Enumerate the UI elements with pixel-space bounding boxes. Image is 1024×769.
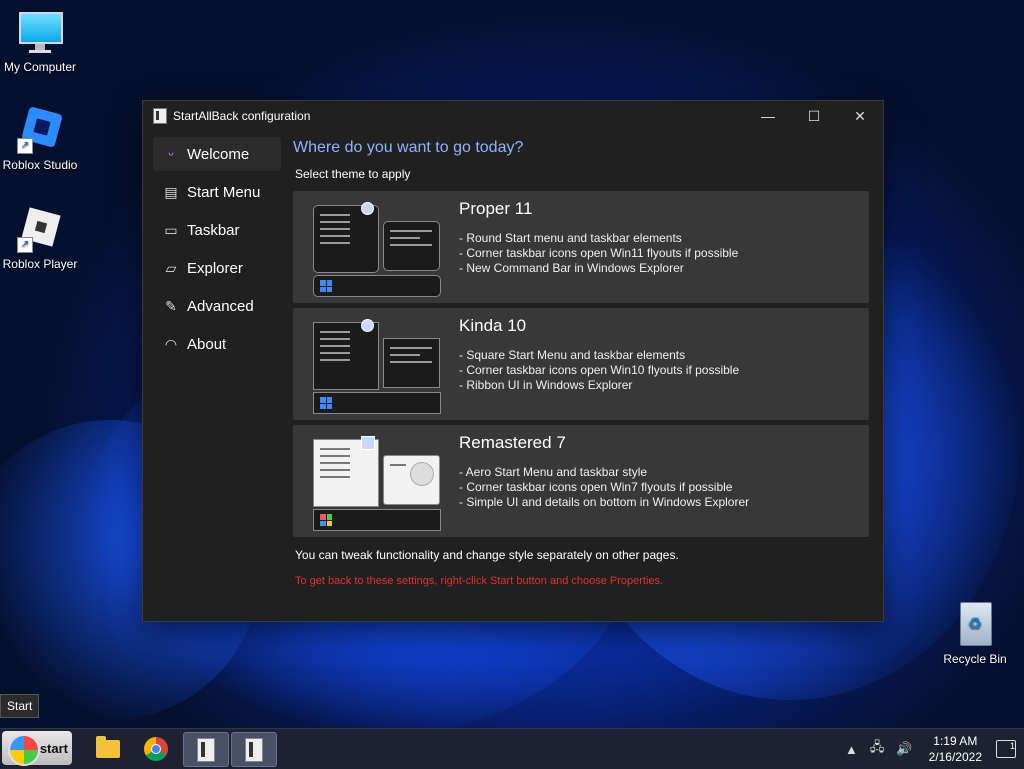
- theme-feature: Corner taskbar icons open Win7 flyouts i…: [459, 480, 749, 495]
- gauge-icon: ◠: [164, 335, 178, 352]
- properties-hint: To get back to these settings, right-cli…: [295, 575, 664, 587]
- theme-preview-image: [313, 433, 441, 531]
- start-tooltip: Start: [0, 694, 40, 718]
- document-icon: [245, 737, 263, 762]
- roblox-player-icon: ↗: [17, 207, 63, 253]
- startallback-window: StartAllBack configuration — ☐ ✕ ᵕ Welco…: [142, 100, 884, 622]
- network-icon[interactable]: 🖧: [870, 738, 885, 760]
- app-icon: [153, 108, 167, 124]
- info-note: You can tweak functionality and change s…: [295, 548, 679, 562]
- desktop-icon-label: Roblox Player: [2, 257, 78, 271]
- theme-feature: Round Start menu and taskbar elements: [459, 231, 738, 246]
- start-button-label: start: [39, 740, 68, 756]
- notification-center-icon[interactable]: 1: [996, 740, 1016, 758]
- theme-feature: Corner taskbar icons open Win11 flyouts …: [459, 246, 738, 261]
- windows-orb-icon: [8, 734, 40, 766]
- desktop-icon-roblox-player[interactable]: ↗ Roblox Player: [0, 207, 80, 271]
- theme-name: Proper 11: [459, 199, 533, 218]
- show-hidden-icons-chevron-icon[interactable]: ▲: [845, 742, 858, 757]
- theme-name: Kinda 10: [459, 316, 527, 335]
- page-subtitle: Select theme to apply: [295, 167, 411, 181]
- notification-count: 1: [1009, 741, 1015, 751]
- sidebar-item-about[interactable]: ◠ About: [153, 327, 281, 361]
- clock-date: 2/16/2022: [928, 750, 982, 764]
- wrench-icon: ✎: [165, 297, 177, 314]
- title-bar[interactable]: StartAllBack configuration — ☐ ✕: [143, 101, 883, 131]
- theme-feature: Simple UI and details on bottom in Windo…: [459, 495, 749, 510]
- startallback-icon: [197, 737, 215, 762]
- sidebar-nav: ᵕ Welcome ▤ Start Menu ▭ Taskbar ▱ Explo…: [153, 137, 281, 365]
- monitor-icon: [17, 10, 63, 56]
- windows-logo-icon: [320, 397, 332, 409]
- taskbar-app-document[interactable]: [231, 732, 277, 767]
- clock-time: 1:19 AM: [933, 734, 978, 748]
- theme-preview-image: [313, 316, 441, 414]
- sidebar-item-explorer[interactable]: ▱ Explorer: [153, 251, 281, 285]
- theme-preview-image: [313, 199, 441, 297]
- theme-feature-list: Round Start menu and taskbar elements Co…: [459, 231, 738, 276]
- theme-feature: Ribbon UI in Windows Explorer: [459, 378, 739, 393]
- theme-card-proper-11[interactable]: Proper 11 Round Start menu and taskbar e…: [293, 191, 869, 303]
- folder-icon: [96, 735, 120, 758]
- recycle-bin-icon: ♻: [952, 602, 998, 648]
- sidebar-item-start-menu[interactable]: ▤ Start Menu: [153, 175, 281, 209]
- folder-icon: ▱: [165, 259, 177, 276]
- clock-icon: [410, 462, 434, 486]
- close-button[interactable]: ✕: [837, 101, 883, 131]
- shortcut-arrow-icon: ↗: [17, 237, 33, 253]
- desktop-icon-my-computer[interactable]: My Computer: [0, 10, 80, 74]
- theme-feature-list: Aero Start Menu and taskbar style Corner…: [459, 465, 749, 510]
- theme-feature: Aero Start Menu and taskbar style: [459, 465, 749, 480]
- roblox-studio-icon: ↗: [17, 106, 63, 154]
- theme-feature: Square Start Menu and taskbar elements: [459, 348, 739, 363]
- sidebar-item-label: Explorer: [187, 259, 243, 277]
- sidebar-item-advanced[interactable]: ✎ Advanced: [153, 289, 281, 323]
- taskbar-icon: ▭: [164, 221, 178, 238]
- minimize-button[interactable]: —: [745, 101, 791, 131]
- page-title: Where do you want to go today?: [293, 139, 524, 156]
- taskbar: start ▲ 🖧 🔊 1:19 AM 2/16/2022 1: [0, 728, 1024, 769]
- start-menu-icon: ▤: [164, 183, 178, 200]
- smile-icon: ᵕ: [168, 146, 174, 162]
- theme-card-kinda-10[interactable]: Kinda 10 Square Start Menu and taskbar e…: [293, 308, 869, 420]
- desktop-icon-label: Roblox Studio: [2, 158, 78, 172]
- desktop-icon-recycle-bin[interactable]: ♻ Recycle Bin: [935, 602, 1015, 666]
- theme-feature-list: Square Start Menu and taskbar elements C…: [459, 348, 739, 393]
- desktop-icon-label: My Computer: [3, 60, 77, 74]
- theme-feature: New Command Bar in Windows Explorer: [459, 261, 738, 276]
- taskbar-app-file-explorer[interactable]: [86, 732, 130, 765]
- theme-name: Remastered 7: [459, 433, 566, 452]
- taskbar-clock[interactable]: 1:19 AM 2/16/2022: [929, 733, 982, 765]
- start-button[interactable]: start: [2, 731, 72, 766]
- main-content: Where do you want to go today? Select th…: [293, 137, 873, 542]
- sidebar-item-label: About: [187, 335, 227, 353]
- maximize-button[interactable]: ☐: [791, 101, 837, 131]
- windows-logo-icon: [320, 280, 332, 292]
- shortcut-arrow-icon: ↗: [17, 138, 33, 154]
- sidebar-item-label: Start Menu: [187, 183, 261, 201]
- desktop-icon-label: Recycle Bin: [943, 652, 1007, 666]
- sidebar-item-taskbar[interactable]: ▭ Taskbar: [153, 213, 281, 247]
- chrome-icon: [144, 736, 168, 761]
- system-tray: ▲ 🖧 🔊 1:19 AM 2/16/2022 1: [839, 729, 1024, 769]
- theme-feature: Corner taskbar icons open Win10 flyouts …: [459, 363, 739, 378]
- taskbar-app-chrome[interactable]: [134, 732, 178, 765]
- windows-logo-icon: [320, 514, 332, 526]
- sidebar-item-label: Advanced: [187, 297, 254, 315]
- window-title: StartAllBack configuration: [173, 109, 311, 123]
- sidebar-item-label: Welcome: [187, 145, 250, 163]
- sidebar-item-label: Taskbar: [187, 221, 240, 239]
- theme-card-remastered-7[interactable]: Remastered 7 Aero Start Menu and taskbar…: [293, 425, 869, 537]
- desktop-icon-roblox-studio[interactable]: ↗ Roblox Studio: [0, 106, 80, 172]
- volume-icon[interactable]: 🔊: [896, 741, 912, 757]
- taskbar-app-startallback[interactable]: [183, 732, 229, 767]
- sidebar-item-welcome[interactable]: ᵕ Welcome: [153, 137, 281, 171]
